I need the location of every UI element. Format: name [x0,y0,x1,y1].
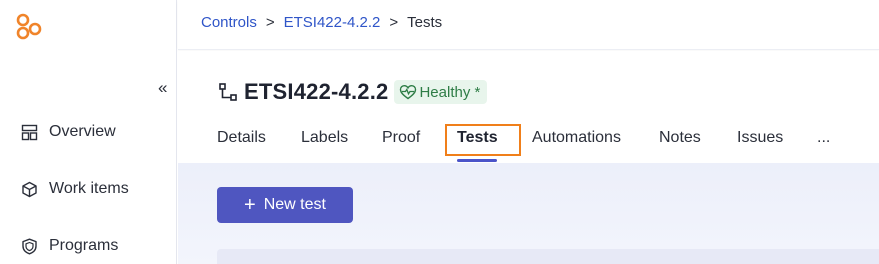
breadcrumb-controls-link[interactable]: Controls [201,14,257,31]
box-icon [20,180,38,198]
breadcrumb: Controls > ETSI422-4.2.2 > Tests [201,14,442,31]
app-logo[interactable] [14,12,44,42]
shield-icon [20,237,38,255]
control-header: ETSI422-4.2.2 Healthy * Details Labels P… [178,51,879,163]
sidebar-item-overview[interactable]: Overview [20,120,116,144]
sidebar-collapse-button[interactable]: « [158,78,167,98]
plus-icon: + [244,194,256,216]
heart-pulse-icon [400,84,417,100]
new-test-label: New test [263,196,326,213]
title-row: ETSI422-4.2.2 Healthy * [218,79,488,105]
breadcrumb-control-link[interactable]: ETSI422-4.2.2 [284,14,381,31]
tab-details[interactable]: Details [217,129,266,147]
sidebar-item-label: Work items [49,180,129,197]
tab-issues[interactable]: Issues [737,129,783,147]
layout-icon [20,123,38,141]
sidebar-item-work-items[interactable]: Work items [20,177,129,201]
status-badge[interactable]: Healthy * [394,80,488,104]
tab-labels[interactable]: Labels [301,129,348,147]
breadcrumb-separator: > [389,14,399,31]
tab-notes[interactable]: Notes [659,129,701,147]
top-bar: Controls > ETSI422-4.2.2 > Tests [178,0,879,50]
content-area: + New test [178,163,879,264]
sidebar-item-programs[interactable]: Programs [20,234,118,258]
sidebar-item-label: Overview [49,123,116,140]
breadcrumb-current: Tests [407,14,443,31]
status-badge-label: Healthy * [419,83,481,101]
tab-proof[interactable]: Proof [382,129,420,147]
active-tab-indicator [457,159,497,162]
tab-highlight-outline [445,124,521,156]
breadcrumb-separator: > [265,14,275,31]
page-title: ETSI422-4.2.2 [244,79,389,104]
sidebar-item-label: Programs [49,237,119,254]
new-test-button[interactable]: + New test [217,187,353,223]
tests-panel [217,249,879,264]
tab-more[interactable]: ... [817,129,830,147]
tab-automations[interactable]: Automations [532,129,621,147]
sidebar: « Overview Work items Programs [0,0,177,264]
control-tree-icon [219,83,237,101]
main-area: Controls > ETSI422-4.2.2 > Tests ETSI422… [178,0,879,264]
